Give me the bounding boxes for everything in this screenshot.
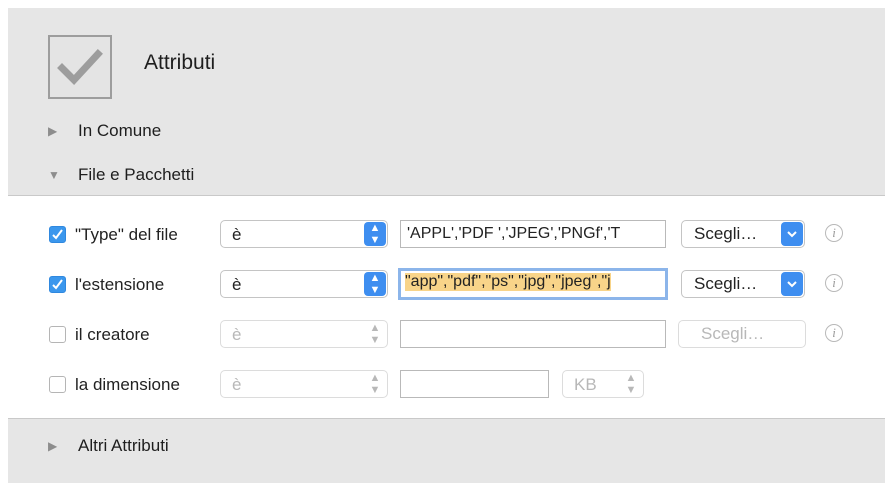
section-common-label: In Comune [78,121,162,140]
criteria-row-extension: l'estensione è ▲ ▼ "app","pdf","ps","jpg"… [8,268,885,300]
updown-icon: ▲ ▼ [364,222,386,246]
section-other-label: Altri Attributi [78,436,169,455]
extension-choose-label: Scegli… [694,274,758,293]
type-value-text: 'APPL','PDF ','JPEG','PNGf','T [407,225,621,242]
type-operator-value: è [232,225,242,244]
size-checkbox[interactable] [49,376,66,393]
extension-operator-value: è [232,275,242,294]
type-choose-button[interactable]: Scegli… [681,220,805,248]
disclosure-down-icon[interactable]: ▼ [48,168,78,182]
extension-value-text: "app","pdf","ps","jpg","jpeg","j [405,273,611,291]
extension-checkbox[interactable] [49,276,66,293]
chevron-down-icon [781,222,803,246]
updown-icon: ▲ ▼ [369,372,381,396]
updown-icon: ▲ ▼ [625,372,637,396]
disclosure-right-icon[interactable]: ▶ [48,439,78,453]
disclosure-right-icon[interactable]: ▶ [48,124,78,138]
size-label: la dimensione [75,375,180,394]
creator-label: il creatore [75,325,150,344]
type-operator-popup[interactable]: è ▲ ▼ [220,220,388,248]
type-choose-label: Scegli… [694,224,758,243]
info-icon[interactable]: i [825,324,843,342]
section-files[interactable]: ▼ File e Pacchetti [48,165,194,185]
type-checkbox[interactable] [49,226,66,243]
creator-operator-popup[interactable]: è ▲ ▼ [220,320,388,348]
checkbox-icon [48,35,112,99]
criteria-list: "Type" del file è ▲ ▼ 'APPL','PDF ','JPEG… [8,196,885,418]
divider [8,418,885,419]
criteria-row-type: "Type" del file è ▲ ▼ 'APPL','PDF ','JPEG… [8,220,885,250]
criteria-row-creator: il creatore è ▲ ▼ Scegli… i [8,320,885,350]
extension-value-field[interactable]: "app","pdf","ps","jpg","jpeg","j [398,268,668,300]
size-operator-popup[interactable]: è ▲ ▼ [220,370,388,398]
section-other[interactable]: ▶ Altri Attributi [48,436,169,456]
updown-icon: ▲ ▼ [369,322,381,346]
size-operator-value: è [232,375,242,394]
page-title: Attributi [144,51,216,74]
info-icon[interactable]: i [825,224,843,242]
creator-value-field[interactable] [400,320,666,348]
info-icon[interactable]: i [825,274,843,292]
criteria-row-size: la dimensione è ▲ ▼ KB ▲ ▼ [8,370,885,400]
extension-label: l'estensione [75,275,165,294]
section-files-label: File e Pacchetti [78,165,195,184]
creator-choose-button[interactable]: Scegli… [678,320,806,348]
extension-choose-button[interactable]: Scegli… [681,270,805,298]
size-unit-value: KB [574,375,597,394]
creator-operator-value: è [232,325,242,344]
extension-operator-popup[interactable]: è ▲ ▼ [220,270,388,298]
type-label: "Type" del file [75,225,178,244]
chevron-down-icon [781,272,803,296]
creator-checkbox[interactable] [49,326,66,343]
size-value-field[interactable] [400,370,549,398]
updown-icon: ▲ ▼ [364,272,386,296]
section-common[interactable]: ▶ In Comune [48,121,161,141]
creator-choose-label: Scegli… [701,324,765,343]
type-value-field[interactable]: 'APPL','PDF ','JPEG','PNGf','T [400,220,666,248]
size-unit-popup[interactable]: KB ▲ ▼ [562,370,644,398]
